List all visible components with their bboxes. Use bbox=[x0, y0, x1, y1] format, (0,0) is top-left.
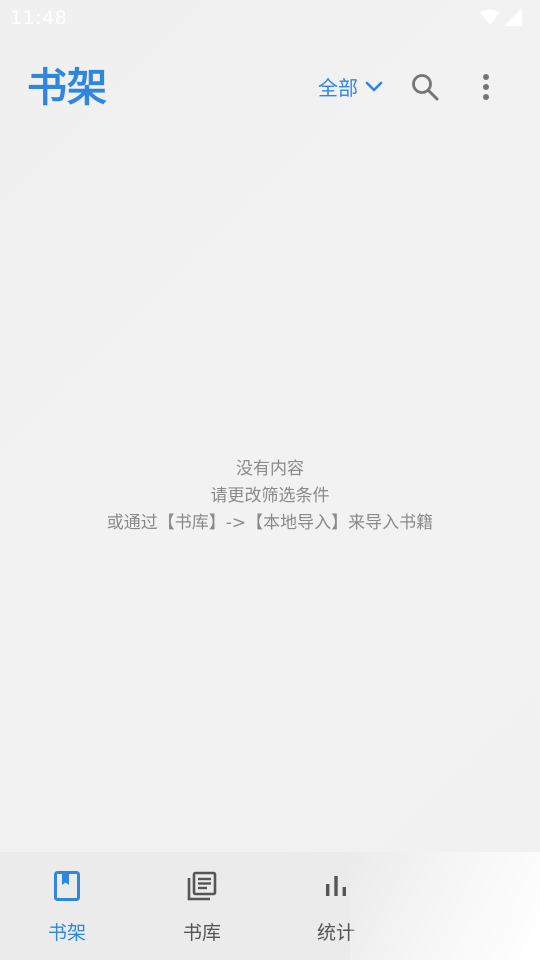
search-button[interactable] bbox=[408, 72, 442, 106]
search-icon bbox=[410, 72, 440, 106]
nav-label-statistics: 统计 bbox=[316, 922, 355, 944]
bookmark-book-icon bbox=[49, 868, 85, 904]
filter-dropdown[interactable]: 全部 bbox=[318, 74, 384, 102]
filter-label: 全部 bbox=[318, 76, 358, 100]
bottom-navigation: 书架 书库 统计 bbox=[0, 852, 540, 960]
signal-icon bbox=[504, 8, 522, 30]
page-title: 书架 bbox=[27, 65, 107, 111]
more-vert-icon bbox=[482, 73, 490, 105]
library-icon bbox=[184, 868, 220, 904]
empty-state: 没有内容 请更改筛选条件 或通过【书库】->【本地导入】来导入书籍 bbox=[0, 456, 540, 537]
nav-item-bookshelf[interactable]: 书架 bbox=[0, 852, 134, 960]
nav-item-library[interactable]: 书库 bbox=[135, 852, 269, 960]
wifi-icon bbox=[480, 9, 500, 29]
bar-chart-icon bbox=[318, 868, 354, 904]
status-time: 11:48 bbox=[10, 7, 68, 29]
nav-label-library: 书库 bbox=[182, 922, 221, 944]
status-bar: 11:48 bbox=[0, 0, 540, 36]
chevron-down-icon bbox=[364, 79, 384, 98]
more-options-button[interactable] bbox=[470, 72, 502, 106]
status-icons bbox=[480, 8, 522, 30]
empty-state-title: 没有内容 bbox=[236, 459, 304, 479]
nav-label-bookshelf: 书架 bbox=[47, 922, 86, 944]
nav-item-statistics[interactable]: 统计 bbox=[269, 852, 403, 960]
app-bar: 书架 全部 bbox=[0, 54, 540, 124]
empty-state-hint: 请更改筛选条件 bbox=[210, 486, 330, 506]
empty-state-import-hint: 或通过【书库】->【本地导入】来导入书籍 bbox=[106, 513, 434, 533]
